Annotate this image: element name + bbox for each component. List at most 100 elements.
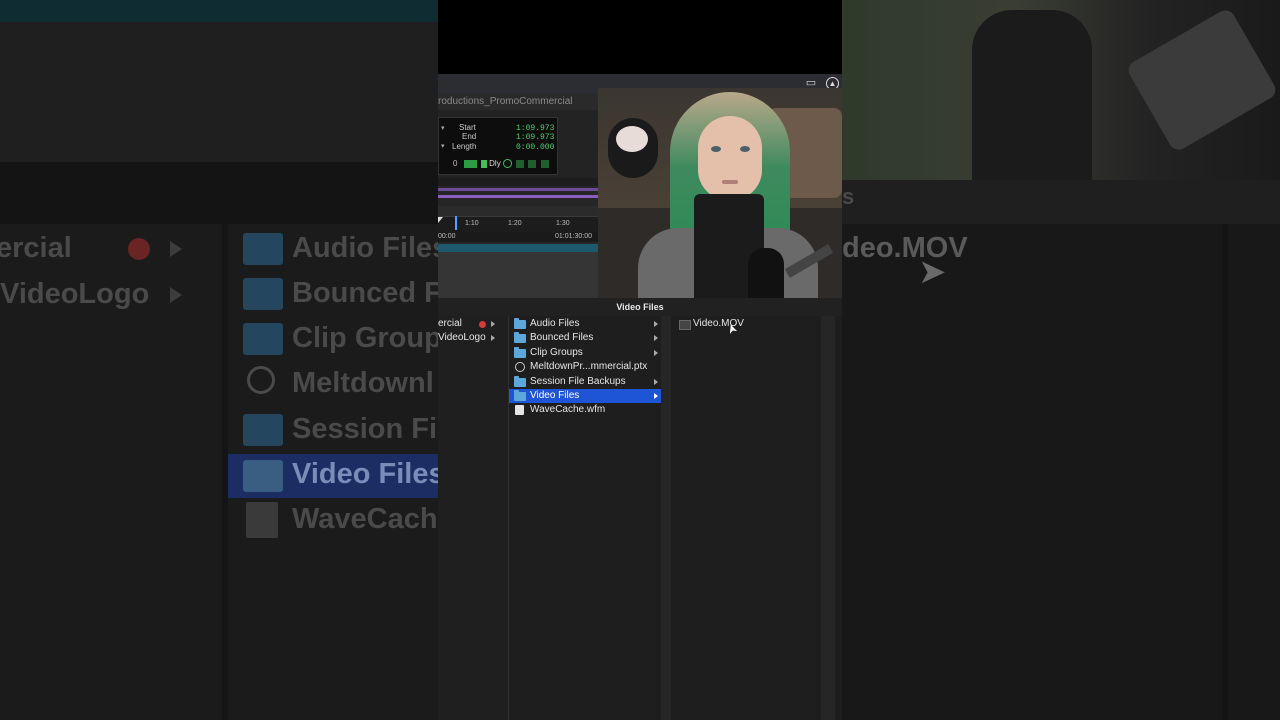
browser-column-2: Audio Files Bounced Files Clip Groups Me… [509, 316, 661, 720]
pro-tools-session-icon [515, 362, 525, 372]
list-item-label: MeltdownPr...mmercial.ptx [530, 361, 648, 372]
list-item-session-file[interactable]: MeltdownPr...mmercial.ptx [509, 360, 661, 374]
browser-column-3: Video.MOV ➤ [671, 316, 821, 720]
list-item-wavecache[interactable]: WaveCache.wfm [509, 403, 661, 417]
bg-video-file-label: deo.MOV [842, 232, 968, 264]
document-icon [515, 405, 524, 415]
bg-folder-icon [243, 233, 283, 265]
bg-folder-icon [243, 278, 283, 310]
list-item-video-files[interactable]: Video Files [509, 389, 661, 403]
ruler-track [438, 178, 598, 186]
chevron-right-icon [654, 321, 658, 327]
bg-folder-label: Video Files [292, 458, 438, 490]
nudge-value: 0 [453, 159, 458, 168]
track-area[interactable] [438, 252, 598, 298]
bg-folder-icon [243, 460, 283, 492]
bg-folder-label: Session Fi [292, 413, 438, 445]
bg-record-icon [128, 238, 150, 260]
timecode-tick: 00:00 [438, 233, 456, 240]
file-browser: ercial VideoLogo Audio Files Bounced Fil… [438, 316, 842, 720]
list-item-video-mov[interactable]: Video.MOV [671, 317, 821, 331]
bg-chevron-right-icon [170, 287, 182, 303]
chevron-right-icon [654, 379, 658, 385]
ruler-tick: 1:10 [465, 220, 479, 227]
bars-beats-ruler[interactable]: 1:10 1:20 1:30 [438, 216, 598, 233]
list-item-audio-files[interactable]: Audio Files [509, 317, 661, 331]
length-label: Length [452, 142, 477, 151]
ruler-tick: 1:30 [556, 220, 570, 227]
bg-item-label: VideoLogo [0, 278, 150, 310]
start-value[interactable]: 1:09.973 [516, 124, 554, 133]
webcam-overlay [598, 88, 842, 303]
folder-icon [514, 390, 526, 401]
bg-folder-icon [243, 323, 283, 355]
session-title: roductions_PromoCommercial [438, 96, 573, 107]
bg-document-icon [246, 502, 278, 538]
length-value[interactable]: 0:00.000 [516, 143, 554, 152]
list-item-label: Session File Backups [530, 376, 626, 387]
webcam-eye [740, 146, 750, 152]
column-divider[interactable] [821, 316, 835, 720]
list-item-session-file-backups[interactable]: Session File Backups [509, 375, 661, 389]
bg-col-sep [1222, 224, 1228, 720]
bg-session-icon [247, 366, 275, 394]
webcam-mouth [722, 180, 738, 184]
list-item[interactable]: VideoLogo [438, 331, 504, 345]
column-divider[interactable] [661, 316, 671, 720]
nudge-row: 0 Dly [453, 159, 549, 169]
folder-icon [514, 347, 526, 358]
playhead-start-icon[interactable] [438, 217, 443, 223]
list-item-label: Clip Groups [530, 347, 583, 358]
record-enable-button[interactable] [540, 159, 549, 168]
video-file-icon [679, 320, 691, 330]
browser-title: Video Files [616, 302, 664, 312]
bg-folder-label: Meltdownl [292, 367, 434, 399]
bg-folder-icon [243, 414, 283, 446]
bg-cursor-icon: ➤ [918, 253, 947, 291]
chevron-right-icon [491, 335, 495, 341]
timecode-ruler[interactable]: 00:00 01:01:30:00 [438, 232, 598, 242]
ruler-tick: 1:20 [508, 220, 522, 227]
list-item-label: Bounced Files [530, 332, 594, 343]
background-right-zoom: s deo.MOV ➤ [842, 0, 1280, 720]
list-item-bounced-files[interactable]: Bounced Files [509, 331, 661, 345]
bg-band-browser-right [842, 224, 1280, 720]
list-item-clip-groups[interactable]: Clip Groups [509, 346, 661, 360]
timeline-area[interactable]: 1:10 1:20 1:30 00:00 01:01:30:00 [438, 178, 598, 298]
folder-icon [514, 318, 526, 329]
bg-folder-label: Audio Files [292, 232, 438, 264]
folder-icon [514, 376, 526, 387]
start-label: Start [459, 123, 476, 132]
list-item-label: WaveCache.wfm [530, 404, 606, 415]
top-black-area [438, 0, 842, 74]
timecode-tick: 01:01:30:00 [555, 233, 592, 240]
chevron-down-icon[interactable]: ▾ [441, 124, 445, 132]
record-icon [479, 321, 486, 328]
bg-band-title [842, 180, 1280, 224]
counter-display: ▾ Start 1:09.973 End 1:09.973 ▾ Length 0… [438, 117, 558, 175]
webcam-eye [711, 146, 721, 152]
video-track-clip[interactable] [438, 244, 598, 252]
mute-button[interactable] [528, 159, 537, 168]
list-item[interactable]: ercial [438, 317, 504, 331]
solo-button[interactable] [516, 159, 525, 168]
marker-stripe [438, 195, 598, 198]
bg-band-header [0, 22, 438, 162]
chevron-right-icon [491, 321, 495, 327]
list-item-label: ercial [438, 318, 462, 329]
bg-band-top [0, 0, 438, 22]
folder-icon [514, 332, 526, 343]
webcam-plush-face [616, 126, 648, 152]
end-label: End [462, 132, 477, 141]
clock-icon[interactable] [502, 159, 512, 169]
delay-icon [480, 159, 487, 168]
chevron-right-icon [654, 350, 658, 356]
end-value[interactable]: 1:09.973 [516, 133, 554, 142]
delay-label[interactable]: Dly [489, 159, 501, 168]
webcam-microphone [748, 248, 784, 303]
spacer-track [438, 206, 598, 216]
grid-toggle-icon[interactable] [463, 159, 477, 168]
background-left-zoom: ercial VideoLogo Audio Files Bounced F C… [0, 0, 438, 720]
chevron-down-icon[interactable]: ▾ [441, 142, 445, 150]
playhead-cursor[interactable] [455, 216, 457, 230]
